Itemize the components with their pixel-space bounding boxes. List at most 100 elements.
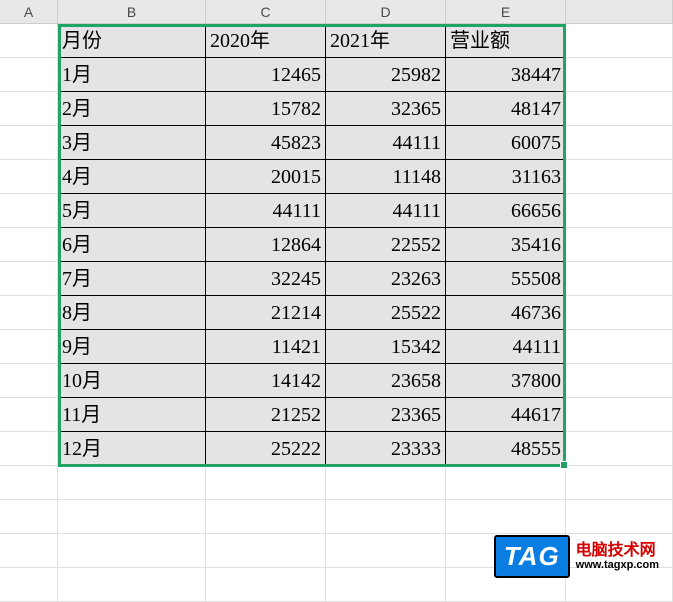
cell-empty[interactable] [0,432,58,466]
cell-2021[interactable]: 23658 [326,364,446,398]
header-2020[interactable]: 2020年 [206,24,326,58]
cell-month[interactable]: 9月 [58,330,206,364]
cell-empty[interactable] [326,568,446,602]
cell-empty[interactable] [566,330,673,364]
cell-month[interactable]: 12月 [58,432,206,466]
cell-revenue[interactable]: 37800 [446,364,566,398]
cell-empty[interactable] [0,330,58,364]
cell-2020[interactable]: 12864 [206,228,326,262]
cell-empty[interactable] [566,398,673,432]
cell-revenue[interactable]: 48147 [446,92,566,126]
cell-empty[interactable] [0,228,58,262]
spreadsheet[interactable]: A B C D E 月份 2020年 2021年 营业额 1月124652598… [0,0,673,596]
cell-2021[interactable]: 15342 [326,330,446,364]
cell-empty[interactable] [0,398,58,432]
cell-empty[interactable] [58,568,206,602]
cell-empty[interactable] [566,92,673,126]
cell-2021[interactable]: 25522 [326,296,446,330]
cell-2021[interactable]: 23365 [326,398,446,432]
cell-2021[interactable]: 23333 [326,432,446,466]
cell-empty[interactable] [566,364,673,398]
cell-empty[interactable] [446,500,566,534]
cell-month[interactable]: 3月 [58,126,206,160]
cell-2020[interactable]: 14142 [206,364,326,398]
cell-2020[interactable]: 15782 [206,92,326,126]
cell-revenue[interactable]: 60075 [446,126,566,160]
cell-empty[interactable] [0,24,58,58]
cell-empty[interactable] [566,262,673,296]
column-header-E[interactable]: E [446,0,566,24]
cell-month[interactable]: 2月 [58,92,206,126]
cell-empty[interactable] [206,466,326,500]
cell-empty[interactable] [0,364,58,398]
cell-empty[interactable] [566,296,673,330]
cell-month[interactable]: 7月 [58,262,206,296]
cell-empty[interactable] [206,534,326,568]
cell-month[interactable]: 5月 [58,194,206,228]
cell-empty[interactable] [0,194,58,228]
cell-month[interactable]: 10月 [58,364,206,398]
header-month[interactable]: 月份 [58,24,206,58]
cell-2021[interactable]: 44111 [326,126,446,160]
cell-empty[interactable] [0,534,58,568]
cell-empty[interactable] [58,466,206,500]
fill-handle[interactable] [560,461,568,469]
cell-revenue[interactable]: 44111 [446,330,566,364]
cell-empty[interactable] [566,160,673,194]
cell-empty[interactable] [0,500,58,534]
cell-empty[interactable] [58,500,206,534]
cell-2021[interactable]: 11148 [326,160,446,194]
cell-2021[interactable]: 32365 [326,92,446,126]
cell-revenue[interactable]: 44617 [446,398,566,432]
cell-revenue[interactable]: 55508 [446,262,566,296]
cell-empty[interactable] [446,466,566,500]
cell-empty[interactable] [566,228,673,262]
cell-empty[interactable] [0,92,58,126]
column-header-F[interactable] [566,0,673,24]
column-header-C[interactable]: C [206,0,326,24]
cell-empty[interactable] [0,568,58,602]
cell-2021[interactable]: 22552 [326,228,446,262]
cell-2020[interactable]: 20015 [206,160,326,194]
cell-2020[interactable]: 45823 [206,126,326,160]
column-header-A[interactable]: A [0,0,58,24]
cell-empty[interactable] [0,58,58,92]
cell-empty[interactable] [0,296,58,330]
cell-month[interactable]: 8月 [58,296,206,330]
cell-empty[interactable] [0,262,58,296]
cell-2020[interactable]: 11421 [206,330,326,364]
cell-month[interactable]: 6月 [58,228,206,262]
cell-empty[interactable] [206,500,326,534]
cell-empty[interactable] [566,24,673,58]
cell-revenue[interactable]: 48555 [446,432,566,466]
cell-empty[interactable] [326,500,446,534]
cell-2020[interactable]: 25222 [206,432,326,466]
cell-empty[interactable] [566,432,673,466]
cell-empty[interactable] [566,58,673,92]
cell-month[interactable]: 1月 [58,58,206,92]
cell-month[interactable]: 4月 [58,160,206,194]
cell-2021[interactable]: 25982 [326,58,446,92]
cell-empty[interactable] [566,466,673,500]
cell-2020[interactable]: 21252 [206,398,326,432]
column-header-D[interactable]: D [326,0,446,24]
cell-empty[interactable] [566,500,673,534]
cell-empty[interactable] [326,466,446,500]
cell-2021[interactable]: 44111 [326,194,446,228]
cell-revenue[interactable]: 46736 [446,296,566,330]
cell-empty[interactable] [0,160,58,194]
cell-2020[interactable]: 32245 [206,262,326,296]
cell-empty[interactable] [326,534,446,568]
header-revenue[interactable]: 营业额 [446,24,566,58]
cell-empty[interactable] [566,126,673,160]
cell-empty[interactable] [0,466,58,500]
cell-revenue[interactable]: 66656 [446,194,566,228]
cell-revenue[interactable]: 35416 [446,228,566,262]
header-2021[interactable]: 2021年 [326,24,446,58]
grid-body[interactable]: 月份 2020年 2021年 营业额 1月1246525982384472月15… [0,24,673,602]
cell-month[interactable]: 11月 [58,398,206,432]
cell-revenue[interactable]: 38447 [446,58,566,92]
cell-revenue[interactable]: 31163 [446,160,566,194]
cell-empty[interactable] [58,534,206,568]
cell-2020[interactable]: 12465 [206,58,326,92]
